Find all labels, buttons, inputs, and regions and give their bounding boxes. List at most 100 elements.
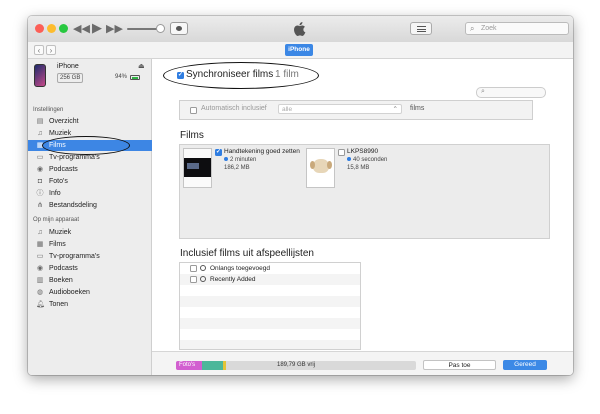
info-icon: ⓘ [36,190,44,197]
playlist-checkbox[interactable] [190,265,197,272]
sidebar-device-item-films[interactable]: ▦ Films [28,239,152,250]
empty-row [180,296,360,307]
sidebar-item-label: Overzicht [49,118,79,125]
empty-row [180,307,360,318]
film-duration: 40 seconden [347,157,387,163]
film-checkbox[interactable] [338,149,345,156]
film-title: LKPS8990 [347,148,379,155]
sidebar-device-item-podcasts[interactable]: ◉ Podcasts [28,263,152,274]
empty-row [180,285,360,296]
battery-percentage: 94% [115,74,128,80]
file-sharing-icon: ⋔ [37,202,43,209]
device-capacity: 256 GB [57,73,84,83]
sidebar-device-item-tonen[interactable]: 🔔︎ Tonen [28,299,152,310]
back-button[interactable]: ‹ [34,45,44,55]
device-button[interactable]: iPhone [285,44,313,56]
list-view-button[interactable] [410,22,432,35]
tv-icon: ▭ [36,154,44,161]
annotation-ellipse-sync [163,62,319,89]
films-section-title: Films [180,130,204,141]
device-name: iPhone [57,63,79,70]
close-window-button[interactable] [35,24,44,33]
filter-search-icon: ⌕ [481,88,485,95]
volume-slider-knob[interactable] [156,24,165,33]
playlists-list: Onlangs toegevoegd Recently Added [179,262,361,350]
sidebar-item-label: Info [49,190,61,197]
film-icon: ▦ [36,241,44,248]
film-thumbnail [183,148,212,188]
audiobooks-icon: ◍ [36,289,44,296]
film-duration: 2 minuten [224,157,256,163]
sidebar-device-item-audioboeken[interactable]: ◍ Audioboeken [28,287,152,298]
sidebar-item-label: Foto's [49,178,68,185]
search-icon: ⌕ [470,24,475,33]
storage-capacity-bar: Foto's 189,79 GB vrij [176,361,416,370]
minimize-window-button[interactable] [47,24,56,33]
empty-row [180,318,360,329]
dog-image [310,159,332,173]
tones-icon: 🔔︎ [36,301,45,308]
unwatched-dot-icon [347,157,351,162]
sidebar-item-podcasts[interactable]: ◉ Podcasts [28,164,152,175]
playlist-row[interactable]: Recently Added [180,274,360,285]
sidebar-item-label: Films [49,241,66,248]
film-thumbnail [306,148,335,188]
device-summary[interactable]: iPhone ⏏ 256 GB 94% [28,59,152,99]
sidebar: iPhone ⏏ 256 GB 94% Instellingen ▤ Overz… [28,59,152,375]
fast-forward-icon[interactable]: ▶▶ [106,22,123,36]
films-filter-field[interactable]: ⌕ [476,87,546,98]
forward-button[interactable]: › [46,45,56,55]
search-field[interactable]: ⌕ Zoek [465,22,569,35]
search-placeholder: Zoek [481,25,497,32]
film-duration-text: 2 minuten [230,157,257,163]
playlist-name: Recently Added [210,276,256,283]
summary-icon: ▤ [36,118,44,125]
auto-include-select[interactable]: alle ⌃ [278,104,402,114]
settings-section-header: Instellingen [33,107,64,113]
iphone-image [34,64,46,87]
rewind-icon[interactable]: ◀◀ [73,22,90,36]
auto-include-suffix: films [410,105,425,112]
sidebar-device-item-muziek[interactable]: ♫ Muziek [28,227,152,238]
empty-row [180,340,360,349]
sidebar-item-label: Tv-programma's [49,253,100,260]
playlists-section-title: Inclusief films uit afspeellijsten [180,248,314,259]
sidebar-item-bestandsdeling[interactable]: ⋔ Bestandsdeling [28,200,152,211]
navigation-bar: ‹ › iPhone [28,42,573,59]
playlist-checkbox[interactable] [190,276,197,283]
play-icon[interactable]: ▶ [92,21,102,35]
auto-include-checkbox[interactable] [190,107,197,114]
books-icon: ▥ [36,277,44,284]
sidebar-device-item-boeken[interactable]: ▥ Boeken [28,275,152,286]
sidebar-item-label: Podcasts [49,166,78,173]
film-item[interactable]: Handtekening goed zetten 2 minuten 186,2… [183,148,303,190]
film-title: Handtekening goed zetten [224,148,300,155]
smart-playlist-icon [200,276,206,282]
itunes-window: ◀◀ ▶ ▶▶ ⌕ Zoek ‹ › iPhone iPhone ⏏ 256 G… [28,16,573,375]
done-button[interactable]: Gereed [503,360,547,370]
sidebar-item-fotos[interactable]: ◘ Foto's [28,176,152,187]
tv-icon: ▭ [36,253,44,260]
airplay-button[interactable] [170,22,188,35]
podcast-icon: ◉ [36,166,44,173]
apple-logo-icon [294,22,306,37]
eject-icon[interactable]: ⏏ [138,62,145,70]
zoom-window-button[interactable] [59,24,68,33]
sidebar-item-info[interactable]: ⓘ Info [28,188,152,199]
auto-include-panel: Automatisch inclusief alle ⌃ films [179,100,533,120]
sidebar-item-label: Boeken [49,277,73,284]
sidebar-item-label: Tonen [49,301,69,308]
sidebar-device-item-tv-programmas[interactable]: ▭ Tv-programma's [28,251,152,262]
apply-button[interactable]: Pas toe [423,360,496,370]
film-item[interactable]: LKPS8990 40 seconden 15,8 MB [306,148,426,190]
empty-row [180,329,360,340]
film-size: 15,8 MB [347,165,370,171]
film-checkbox[interactable] [215,148,222,156]
films-settings-panel: Synchroniseer films 1 film ⌕ Automatisch… [152,59,573,351]
on-my-device-section-header: Op mijn apparaat [33,217,80,223]
playlist-row[interactable]: Onlangs toegevoegd [180,263,360,274]
chevron-updown-icon: ⌃ [392,106,398,113]
sidebar-item-overzicht[interactable]: ▤ Overzicht [28,116,152,127]
sidebar-item-label: Audioboeken [49,289,90,296]
annotation-ellipse-films [42,136,130,155]
